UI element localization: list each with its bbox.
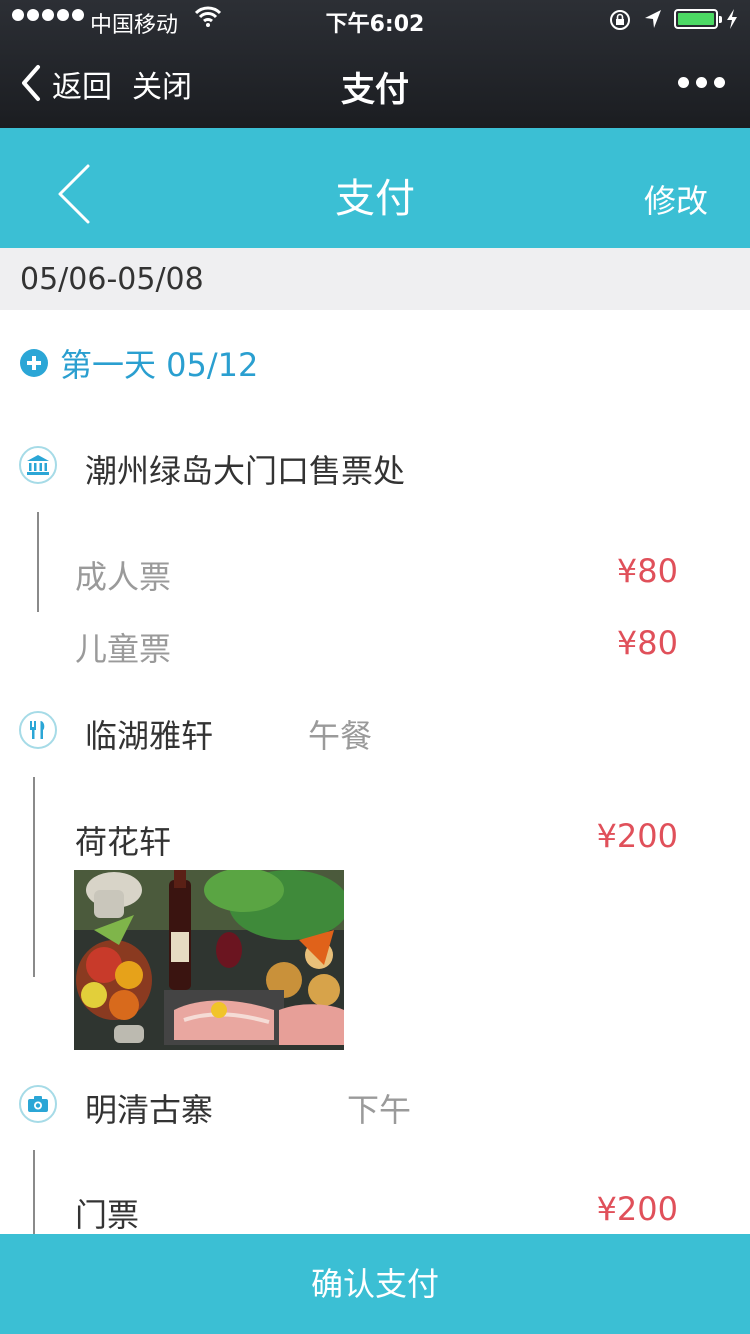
top-bar: 中国移动 下午6:02 返回 关闭 支付 xyxy=(0,0,750,128)
date-range-bar: 05/06-05/08 xyxy=(0,248,750,310)
edit-button[interactable]: 修改 xyxy=(644,176,708,222)
app-header: 支付 修改 xyxy=(0,128,750,248)
restaurant-room-name: 荷花轩 xyxy=(75,823,172,861)
restaurant-icon xyxy=(19,711,57,749)
timeline-line xyxy=(37,512,39,612)
restaurant-price: ¥200 xyxy=(596,817,678,855)
ticket-price: ¥80 xyxy=(616,624,678,662)
timeline-line xyxy=(33,777,35,977)
meal-tag: 午餐 xyxy=(308,717,373,755)
back-chevron-icon[interactable] xyxy=(20,64,42,102)
expand-plus-icon xyxy=(20,349,48,377)
ticket-price: ¥200 xyxy=(596,1190,678,1228)
nav-title: 支付 xyxy=(341,70,409,110)
stop-name: 临湖雅轩 xyxy=(85,717,214,755)
stop-name: 明清古寨 xyxy=(85,1091,214,1129)
time-tag: 下午 xyxy=(347,1091,412,1129)
page-title: 支付 xyxy=(335,176,415,222)
date-range: 05/06-05/08 xyxy=(20,262,204,297)
stop-name: 潮州绿岛大门口售票处 xyxy=(85,452,406,490)
confirm-payment-button[interactable]: 确认支付 xyxy=(0,1234,750,1334)
ticket-name: 成人票 xyxy=(75,558,172,596)
battery-icon xyxy=(674,9,722,29)
more-options-icon[interactable] xyxy=(678,77,725,88)
camera-icon xyxy=(19,1085,57,1123)
ticket-price: ¥80 xyxy=(616,552,678,590)
ticket-name: 儿童票 xyxy=(75,630,172,668)
app-back-chevron-icon[interactable] xyxy=(52,162,92,226)
location-arrow-icon xyxy=(645,10,661,28)
close-button[interactable]: 关闭 xyxy=(132,62,192,106)
back-button[interactable]: 返回 xyxy=(52,62,112,106)
day-label: 第一天 05/12 xyxy=(60,346,259,384)
food-photo xyxy=(74,870,344,1050)
clock: 下午6:02 xyxy=(325,12,425,37)
ticket-name: 门票 xyxy=(75,1196,140,1234)
bank-icon xyxy=(19,446,57,484)
wechat-navbar: 返回 关闭 支付 xyxy=(0,40,750,128)
charging-bolt-icon xyxy=(727,9,737,29)
day-toggle[interactable]: 第一天 05/12 xyxy=(20,340,258,386)
timeline-line xyxy=(33,1150,35,1234)
rotation-lock-icon xyxy=(610,10,630,30)
status-bar: 中国移动 下午6:02 xyxy=(0,0,750,40)
